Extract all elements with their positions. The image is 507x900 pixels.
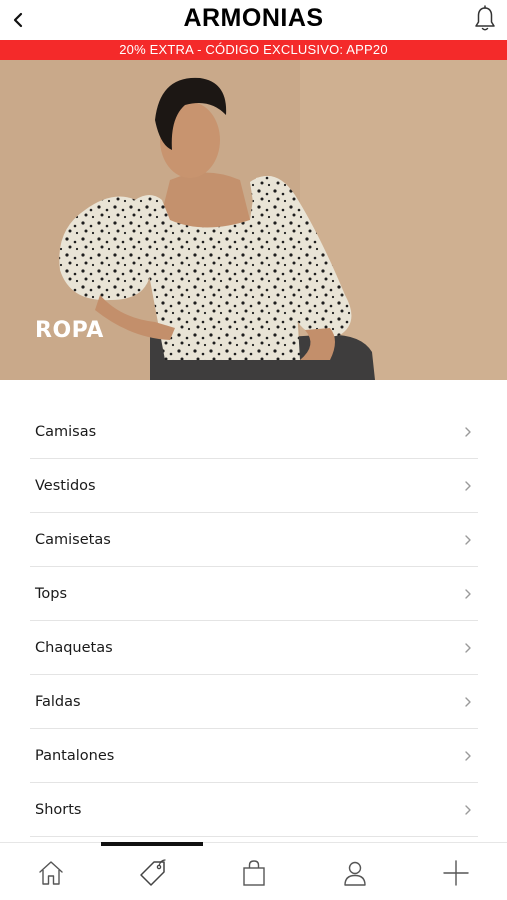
category-item-shorts[interactable]: Shorts [30, 783, 478, 837]
category-item-camisas[interactable]: Camisas [30, 406, 478, 459]
tab-more[interactable] [439, 857, 473, 889]
user-icon [344, 861, 366, 886]
category-label: Tops [35, 585, 68, 602]
category-label: Chaquetas [35, 639, 113, 656]
category-item-faldas[interactable]: Faldas [30, 675, 478, 729]
brand-logo[interactable]: ARMONIAS [0, 4, 507, 33]
chevron-right-icon [464, 696, 472, 708]
promo-banner[interactable]: 20% EXTRA - CÓDIGO EXCLUSIVO: APP20 [0, 40, 507, 60]
chevron-right-icon [464, 534, 472, 546]
category-label: Pantalones [35, 747, 115, 764]
chevron-right-icon [464, 804, 472, 816]
active-tab-indicator [101, 842, 203, 846]
notifications-button[interactable] [471, 4, 499, 34]
category-label: Vestidos [35, 477, 96, 494]
chevron-right-icon [464, 480, 472, 492]
category-label: Camisetas [35, 531, 111, 548]
tab-cart[interactable] [237, 857, 271, 889]
hero-banner[interactable]: ROPA [0, 60, 507, 380]
tab-offers[interactable] [136, 857, 170, 889]
category-item-vestidos[interactable]: Vestidos [30, 459, 478, 513]
bottom-tab-bar [0, 842, 507, 900]
category-item-tops[interactable]: Tops [30, 567, 478, 621]
tag-icon [140, 859, 166, 886]
tab-home[interactable] [34, 857, 68, 889]
chevron-right-icon [464, 750, 472, 762]
home-icon [39, 861, 63, 885]
hero-title: ROPA [35, 318, 104, 343]
chevron-right-icon [464, 642, 472, 654]
chevron-right-icon [464, 588, 472, 600]
category-item-pantalones[interactable]: Pantalones [30, 729, 478, 783]
chevron-right-icon [464, 426, 472, 438]
category-label: Faldas [35, 693, 81, 710]
shopping-bag-icon [243, 860, 265, 886]
app-header: ARMONIAS [0, 0, 507, 40]
tab-account[interactable] [338, 857, 372, 889]
category-list: Camisas Vestidos Camisetas Tops Chaqueta… [30, 406, 478, 837]
category-label: Shorts [35, 801, 82, 818]
bell-icon [475, 5, 495, 31]
category-item-camisetas[interactable]: Camisetas [30, 513, 478, 567]
category-label: Camisas [35, 424, 97, 440]
plus-icon [443, 860, 469, 886]
category-item-chaquetas[interactable]: Chaquetas [30, 621, 478, 675]
